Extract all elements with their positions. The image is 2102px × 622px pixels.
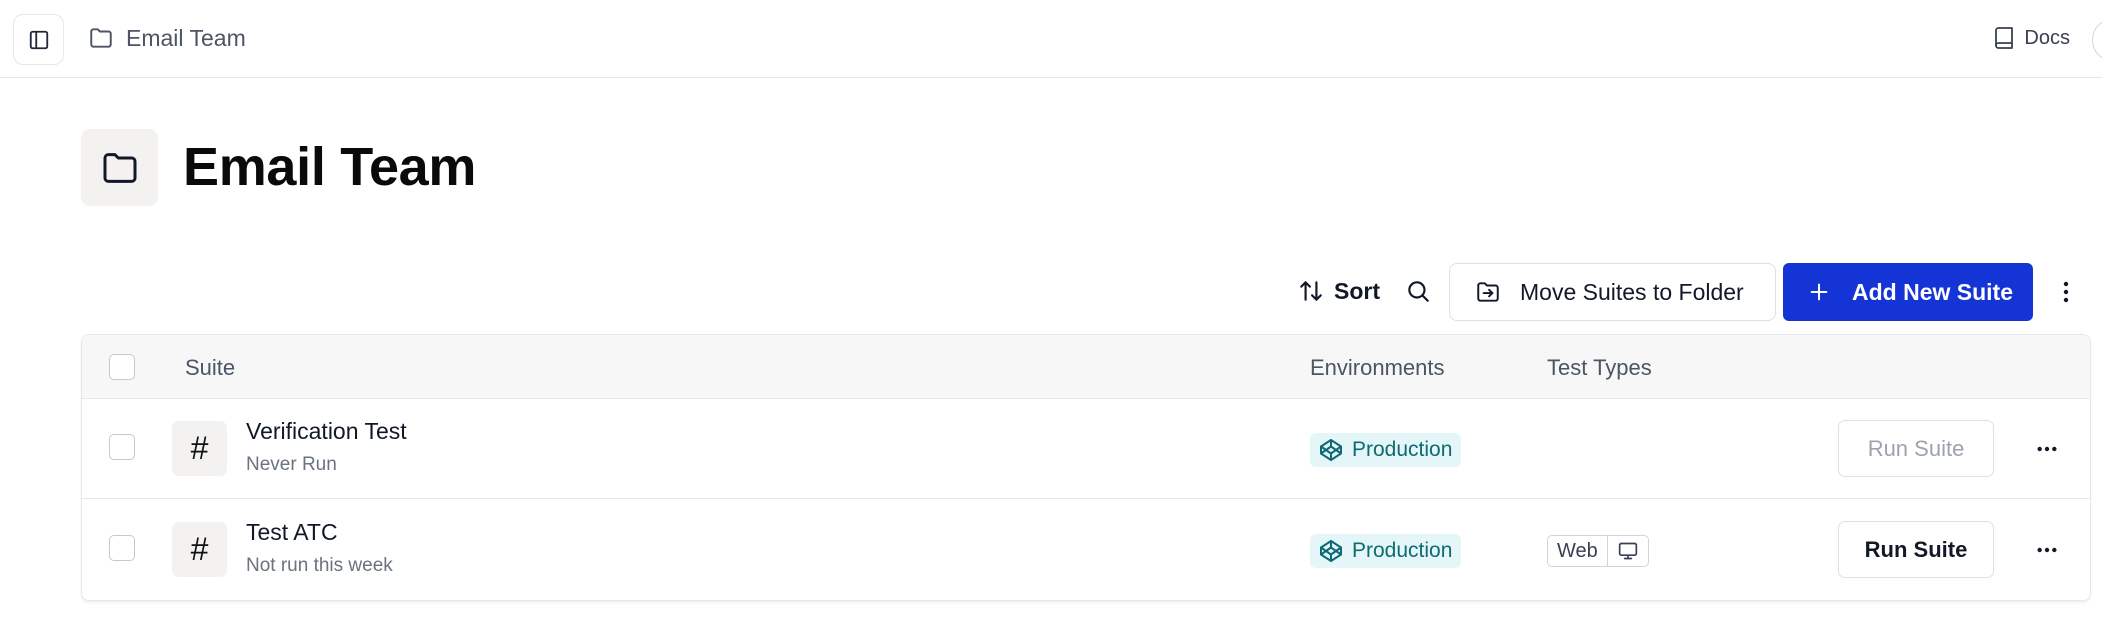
- row-more-button[interactable]: [2033, 536, 2061, 564]
- search-button[interactable]: [1404, 277, 1432, 305]
- sort-arrows-icon: [1300, 281, 1322, 301]
- folder-icon: [90, 28, 112, 48]
- more-horizontal-icon: [2037, 446, 2057, 452]
- suites-table: Suite Environments Test Types # Verifica…: [81, 334, 2091, 601]
- suite-status: Never Run: [246, 454, 337, 475]
- avatar[interactable]: [2092, 18, 2102, 62]
- table-row[interactable]: # Verification Test Never Run Production…: [82, 399, 2090, 499]
- environment-badge: Production: [1310, 534, 1462, 568]
- codepen-icon: [1320, 439, 1342, 461]
- sort-label: Sort: [1334, 277, 1380, 304]
- move-suites-button[interactable]: Move Suites to Folder: [1449, 263, 1776, 321]
- breadcrumb-label: Email Team: [126, 24, 246, 51]
- table-header: Suite Environments Test Types: [82, 335, 2090, 399]
- move-suites-label: Move Suites to Folder: [1520, 278, 1744, 305]
- plus-icon: [1810, 283, 1828, 301]
- more-options-button[interactable]: [2052, 278, 2080, 306]
- suite-name[interactable]: Verification Test: [246, 418, 407, 445]
- add-new-suite-button[interactable]: Add New Suite: [1783, 263, 2033, 321]
- folder-move-icon: [1477, 282, 1499, 302]
- row-checkbox[interactable]: [109, 535, 135, 561]
- hash-icon: #: [172, 522, 227, 577]
- sidebar-toggle-button[interactable]: [13, 14, 64, 65]
- docs-link[interactable]: Docs: [1992, 23, 2070, 53]
- column-header-suite[interactable]: Suite: [185, 355, 235, 381]
- sort-button[interactable]: Sort: [1298, 273, 1380, 309]
- table-row[interactable]: # Test ATC Not run this week Production …: [82, 500, 2090, 600]
- codepen-icon: [1320, 540, 1342, 562]
- row-checkbox[interactable]: [109, 434, 135, 460]
- more-vertical-icon: [2063, 281, 2069, 303]
- page-title: Email Team: [183, 137, 477, 197]
- test-type-tag: Web: [1547, 535, 1649, 567]
- column-header-test-types: Test Types: [1547, 355, 1652, 380]
- suite-name[interactable]: Test ATC: [246, 519, 338, 546]
- suite-status: Not run this week: [246, 555, 393, 576]
- add-new-suite-label: Add New Suite: [1852, 278, 2014, 305]
- run-suite-button[interactable]: Run Suite: [1838, 521, 1994, 578]
- sidebar-toggle-icon: [29, 30, 48, 49]
- test-type-label: Web: [1548, 536, 1608, 566]
- environment-badge: Production: [1310, 433, 1462, 467]
- select-all-checkbox[interactable]: [109, 354, 135, 380]
- run-suite-button[interactable]: Run Suite: [1838, 420, 1994, 477]
- breadcrumb[interactable]: Email Team: [88, 23, 246, 53]
- search-icon: [1408, 281, 1429, 302]
- column-header-environments: Environments: [1310, 355, 1445, 380]
- docs-label: Docs: [2024, 26, 2070, 49]
- row-more-button[interactable]: [2033, 435, 2061, 463]
- folder-icon: [103, 152, 136, 183]
- monitor-icon: [1608, 536, 1648, 566]
- environment-label: Production: [1352, 539, 1453, 562]
- book-icon: [1995, 27, 2014, 49]
- hash-icon: #: [172, 421, 227, 476]
- folder-badge: [81, 129, 158, 206]
- more-horizontal-icon: [2037, 547, 2057, 553]
- environment-label: Production: [1352, 438, 1453, 461]
- top-bar: Email Team Docs: [0, 0, 2102, 78]
